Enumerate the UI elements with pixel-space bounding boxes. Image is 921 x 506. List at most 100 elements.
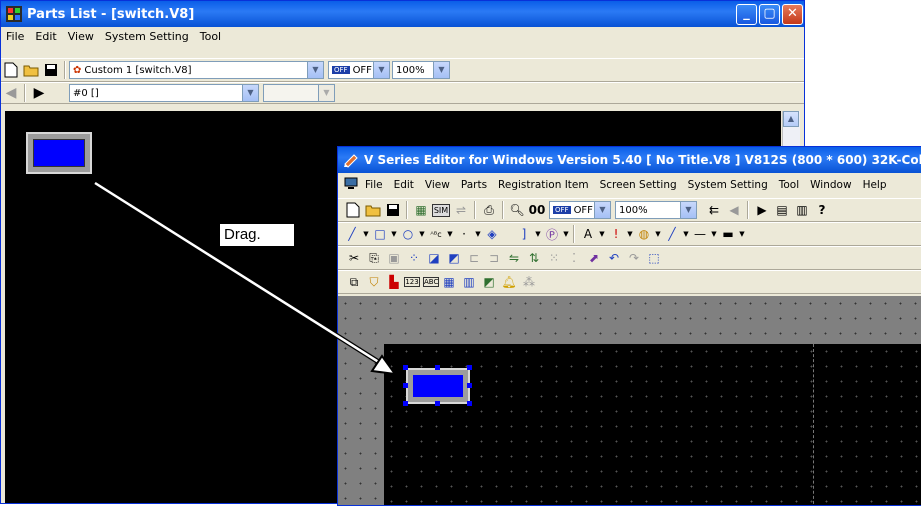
menu-parts[interactable]: Parts (456, 179, 493, 191)
switch-part-icon[interactable]: ⛉ (364, 275, 384, 290)
pattern-select-icon[interactable]: ⁂ (519, 275, 539, 289)
editor-workspace[interactable] (338, 296, 921, 505)
flip-h-icon[interactable]: ⇋ (504, 251, 524, 265)
cut-icon[interactable]: ✂ (344, 251, 364, 265)
menu-file[interactable]: File (360, 179, 389, 191)
menu-screen-setting[interactable]: Screen Setting (595, 179, 683, 191)
selection-handle[interactable] (403, 401, 408, 406)
screen-list-icon[interactable]: ▤ (773, 201, 791, 219)
zoom-icon[interactable]: 🔍︎ (508, 201, 526, 219)
lamp-part-icon[interactable]: ▙ (384, 275, 404, 289)
graph-icon[interactable]: ▥ (459, 275, 479, 289)
chevron-down-icon[interactable]: ▼ (598, 230, 606, 238)
line-color-icon[interactable]: ! (606, 227, 626, 241)
chevron-down-icon[interactable]: ▼ (594, 202, 610, 218)
align-right-icon[interactable]: ⊐ (484, 251, 504, 265)
numeric-display-icon[interactable]: 123 (404, 277, 420, 287)
chevron-down-icon[interactable]: ▼ (710, 230, 718, 238)
editor-zoom-select[interactable]: 100% ▼ (615, 201, 697, 219)
flip-v-icon[interactable]: ⇅ (524, 251, 544, 265)
parts-list-titlebar[interactable]: Parts List - [switch.V8] _ ▢ ✕ (1, 1, 804, 27)
align-left-icon[interactable]: ⊏ (464, 251, 484, 265)
chevron-down-icon[interactable]: ▼ (446, 230, 454, 238)
rectangle-tool-icon[interactable]: □ (370, 227, 390, 241)
chevron-down-icon[interactable]: ▼ (738, 230, 746, 238)
menu-system-setting[interactable]: System Setting (683, 179, 774, 191)
close-button[interactable]: ✕ (782, 4, 803, 25)
menu-help[interactable]: Help (858, 179, 893, 191)
copy-icon[interactable]: ⎘ (364, 251, 384, 266)
item-list-icon[interactable]: ▥ (793, 201, 811, 219)
redo-icon[interactable]: ↷ (624, 251, 644, 265)
bring-front-icon[interactable]: ◪ (424, 251, 444, 265)
line-tool-icon[interactable]: ╱ (342, 227, 362, 241)
overlap-icon[interactable]: ⧉ (344, 275, 364, 290)
save-icon[interactable] (384, 201, 402, 219)
selection-handle[interactable] (403, 365, 408, 370)
chevron-down-icon[interactable]: ▼ (373, 62, 389, 78)
message-icon[interactable]: ▦ (439, 275, 459, 289)
selection-handle[interactable] (467, 401, 472, 406)
menu-system-setting[interactable]: System Setting (100, 30, 195, 43)
paste-icon[interactable]: ▣ (384, 251, 404, 265)
selection-handle[interactable] (435, 401, 440, 406)
chevron-down-icon[interactable]: ▼ (433, 62, 449, 78)
distribute-icon[interactable]: ⁙ (544, 251, 564, 265)
menu-view[interactable]: View (420, 179, 456, 191)
fill-color-icon[interactable]: ◍ (634, 227, 654, 241)
arrange-icon[interactable]: ⁚ (564, 251, 584, 265)
menu-edit[interactable]: Edit (389, 179, 420, 191)
new-file-icon[interactable] (2, 61, 20, 79)
minimize-button[interactable]: _ (736, 4, 757, 25)
bracket-tool-icon[interactable]: ] (514, 227, 534, 241)
menu-tool[interactable]: Tool (774, 179, 805, 191)
print-icon[interactable]: ⎙ (480, 201, 498, 219)
dot-tool-icon[interactable]: · (454, 227, 474, 241)
menu-edit[interactable]: Edit (30, 30, 62, 43)
page-select[interactable]: #0 [] ▼ (69, 84, 259, 102)
switch-part-thumbnail[interactable] (26, 132, 92, 174)
undo-icon[interactable]: ↶ (604, 251, 624, 265)
char-display-icon[interactable]: ABC (423, 277, 439, 287)
transfer-icon[interactable]: ⇌ (452, 201, 470, 219)
group-icon[interactable]: ⁘ (404, 251, 424, 265)
selection-handle[interactable] (435, 365, 440, 370)
chevron-down-icon[interactable]: ▼ (418, 230, 426, 238)
alarm-icon[interactable]: 🔔︎ (499, 275, 519, 289)
text-tool-icon[interactable]: ᴬᴮc (426, 230, 446, 239)
menu-registration-item[interactable]: Registration Item (493, 179, 595, 191)
chevron-down-icon[interactable]: ▼ (682, 230, 690, 238)
selection-handle[interactable] (403, 383, 408, 388)
chevron-down-icon[interactable]: ▼ (626, 230, 634, 238)
chevron-down-icon[interactable]: ▼ (654, 230, 662, 238)
selection-handle[interactable] (467, 365, 472, 370)
menu-window[interactable]: Window (805, 179, 857, 191)
new-file-icon[interactable] (344, 201, 362, 219)
chevron-down-icon[interactable]: ▼ (474, 230, 482, 238)
scroll-up-button[interactable]: ▲ (783, 111, 799, 127)
save-icon[interactable] (42, 61, 60, 79)
editor-titlebar[interactable]: V Series Editor for Windows Version 5.40… (338, 147, 921, 173)
pointer-icon[interactable]: ⬈ (584, 251, 604, 265)
menu-file[interactable]: File (1, 30, 30, 43)
chevron-down-icon[interactable]: ▼ (680, 202, 696, 218)
selection-handle[interactable] (467, 383, 472, 388)
chevron-down-icon[interactable]: ▼ (362, 230, 370, 238)
paint-tool-icon[interactable]: ◈ (482, 227, 502, 241)
library-select[interactable]: ✿ Custom 1 [switch.V8] ▼ (69, 61, 324, 79)
menu-view[interactable]: View (63, 30, 100, 43)
chevron-down-icon[interactable]: ▼ (242, 85, 258, 101)
pattern-tool-icon[interactable]: Ⓟ (542, 226, 562, 243)
editor-off-select[interactable]: OFF OFF ▼ (549, 201, 611, 219)
off-select[interactable]: OFF OFF ▼ (328, 61, 390, 79)
nav-back-icon[interactable]: ◀ (725, 201, 743, 219)
circle-tool-icon[interactable]: ○ (398, 227, 418, 241)
line-style-icon[interactable]: ╱ (662, 227, 682, 241)
select-icon[interactable]: ⬚ (644, 251, 664, 265)
editor-doc-icon[interactable] (338, 177, 360, 193)
menu-tool[interactable]: Tool (195, 30, 227, 43)
line-width-icon[interactable]: — (690, 227, 710, 241)
forward-arrow-icon[interactable]: ▶ (30, 84, 48, 102)
tile-pattern-icon[interactable]: ▬ (718, 227, 738, 241)
back-arrow-icon[interactable]: ◀ (2, 84, 20, 102)
